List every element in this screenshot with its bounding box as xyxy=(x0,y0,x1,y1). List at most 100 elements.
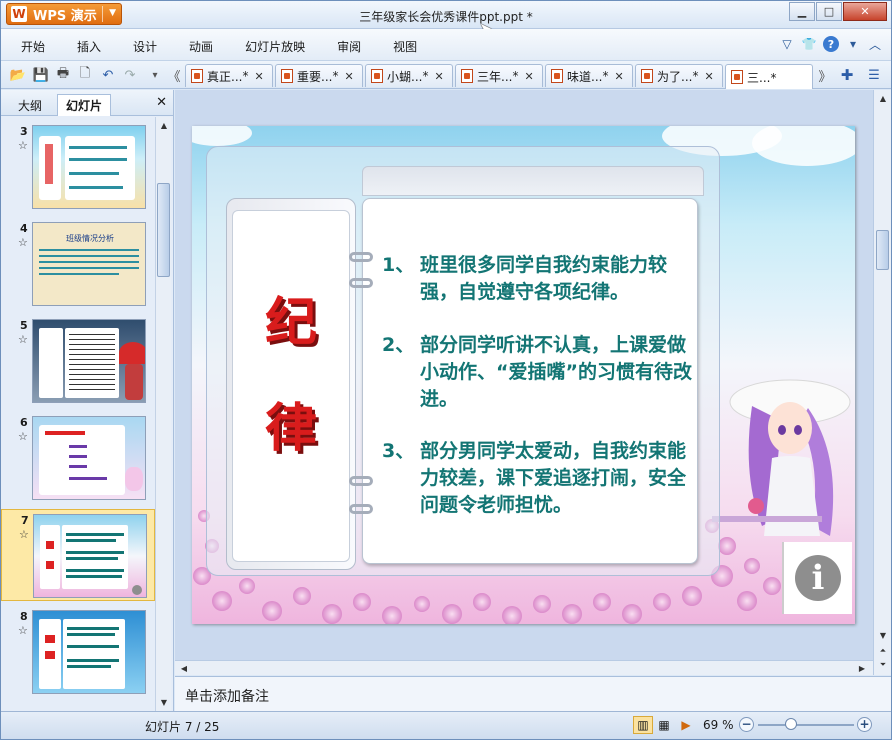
editor-horizontal-scrollbar[interactable]: ◀ ▶ xyxy=(175,660,873,675)
print-preview-icon[interactable]: 🗋 xyxy=(76,66,94,84)
quick-access-toolbar: 📂 💾 🖶 🗋 ↶ ↷ ▾ 《 真正... * ✕ 重要... * ✕ 小蝴..… xyxy=(1,61,891,89)
doc-tab-1[interactable]: 真正... * ✕ xyxy=(185,64,273,87)
close-tab-icon[interactable]: ✕ xyxy=(524,70,533,83)
scroll-left-icon[interactable]: ◀ xyxy=(177,661,191,675)
menu-insert[interactable]: 插入 xyxy=(77,38,101,55)
close-window-button[interactable]: ✕ xyxy=(843,2,887,21)
slide-number: 8 xyxy=(20,610,28,623)
doc-tab-4[interactable]: 三年... * ✕ xyxy=(455,64,543,87)
thumbnail-slide-5[interactable]: 5 ☆ xyxy=(1,315,155,407)
maximize-button[interactable]: □ xyxy=(816,2,842,21)
editor-vertical-scrollbar[interactable]: ▲ ▼ ⏶ ⏷ xyxy=(873,90,891,675)
doc-tab-modified: * xyxy=(332,69,339,83)
zoom-in-button[interactable]: + xyxy=(857,717,872,732)
menu-right-tools: ▽ 👕 ? ▾ ︿ xyxy=(779,36,883,52)
close-tab-icon[interactable]: ✕ xyxy=(704,70,713,83)
save-icon[interactable]: 💾 xyxy=(32,66,50,84)
close-panel-icon[interactable]: ✕ xyxy=(156,95,167,110)
tab-slides[interactable]: 幻灯片 xyxy=(57,94,112,116)
help-icon[interactable]: ? xyxy=(823,36,839,52)
doc-tab-active[interactable]: 三...* xyxy=(725,64,813,89)
menu-slideshow[interactable]: 幻灯片放映 xyxy=(245,38,305,55)
doc-tab-5[interactable]: 味道... * ✕ xyxy=(545,64,633,87)
menu-view[interactable]: 视图 xyxy=(393,38,417,55)
bullet-number: 1、 xyxy=(382,254,415,276)
tab-scroll-left-icon[interactable]: 《 xyxy=(165,66,183,85)
binder-ring xyxy=(349,504,373,514)
normal-view-icon[interactable]: ▥ xyxy=(633,716,653,734)
tab-list-icon[interactable]: ☰ xyxy=(865,66,883,84)
zoom-slider-track[interactable] xyxy=(758,724,854,726)
doc-tab-modified: * xyxy=(422,69,429,83)
thumbnail-image xyxy=(33,514,147,598)
bullet-text: 部分男同学太爱动，自我约束能力较差，课下爱追逐打闹，安全问题令老师担忧。 xyxy=(420,440,687,516)
menu-animation[interactable]: 动画 xyxy=(189,38,213,55)
bullet-number: 3、 xyxy=(382,440,415,462)
tab-outline[interactable]: 大纲 xyxy=(10,94,50,116)
tab-scroll-right-icon[interactable]: 》 xyxy=(816,66,834,85)
bullet-point-2[interactable]: 2、 部分同学听讲不认真，上课爱做小动作、“爱插嘴”的习惯有待改进。 xyxy=(382,332,692,413)
bullet-point-3[interactable]: 3、 部分男同学太爱动，自我约束能力较差，课下爱追逐打闹，安全问题令老师担忧。 xyxy=(382,438,692,519)
slide-sorter-icon[interactable]: ▦ xyxy=(654,716,674,734)
shirt-icon[interactable]: 👕 xyxy=(801,36,817,52)
print-icon[interactable]: 🖶 xyxy=(54,66,72,84)
doc-tab-3[interactable]: 小蝴... * ✕ xyxy=(365,64,453,87)
ppt-file-icon xyxy=(461,69,473,83)
thumbnail-slide-4[interactable]: 4 ☆ 班级情况分析 xyxy=(1,218,155,310)
scroll-up-icon[interactable]: ▲ xyxy=(157,118,171,132)
zoom-level[interactable]: 69 % xyxy=(703,718,734,732)
zoom-slider-knob[interactable] xyxy=(785,718,797,730)
close-tab-icon[interactable]: ✕ xyxy=(344,70,353,83)
thumbnail-slide-3[interactable]: 3 ☆ xyxy=(1,121,155,213)
title-bar: W WPS 演示 ▼ 三年级家长会优秀课件ppt.ppt * ➤ ▁ □ ✕ xyxy=(1,1,891,38)
thumbnail-scrollbar[interactable]: ▲ ▼ xyxy=(155,117,171,711)
bullet-point-1[interactable]: 1、 班里很多同学自我约束能力较强，自觉遵守各项纪律。 xyxy=(382,252,692,306)
binder-ring xyxy=(349,476,373,486)
minimize-button[interactable]: ▁ xyxy=(789,2,815,21)
transition-star-icon: ☆ xyxy=(18,430,28,443)
cloud-decoration xyxy=(752,126,855,166)
thumbnail-title: 班级情况分析 xyxy=(66,234,114,243)
notes-pane[interactable]: 单击添加备注 xyxy=(175,676,891,711)
slide-title-char: 纪 xyxy=(264,292,317,353)
thumbnail-slide-8[interactable]: 8 ☆ xyxy=(1,606,155,698)
previous-slide-icon[interactable]: ⏶ xyxy=(876,644,890,658)
close-tab-icon[interactable]: ✕ xyxy=(434,70,443,83)
doc-tab-2[interactable]: 重要... * ✕ xyxy=(275,64,363,87)
close-tab-icon[interactable]: ✕ xyxy=(254,70,263,83)
zoom-out-button[interactable]: − xyxy=(739,717,754,732)
thumbnail-slide-7-selected[interactable]: 7 ☆ xyxy=(1,509,155,601)
slideshow-icon[interactable]: ▶ xyxy=(676,716,696,734)
doc-tab-label: 味道... xyxy=(567,69,603,84)
ppt-file-icon xyxy=(731,70,743,84)
menu-review[interactable]: 审阅 xyxy=(337,38,361,55)
slide-number: 5 xyxy=(20,319,28,332)
thumbnail-slide-6[interactable]: 6 ☆ xyxy=(1,412,155,504)
slide-number: 3 xyxy=(20,125,28,138)
scroll-down-icon[interactable]: ▼ xyxy=(157,695,171,709)
close-tab-icon[interactable]: ✕ xyxy=(614,70,623,83)
skin-icon[interactable]: ▽ xyxy=(779,36,795,52)
menu-design[interactable]: 设计 xyxy=(133,38,157,55)
chevron-down-icon[interactable]: ▾ xyxy=(845,36,861,52)
scroll-right-icon[interactable]: ▶ xyxy=(855,661,869,675)
scrollbar-thumb[interactable] xyxy=(157,183,170,277)
window-title: 三年级家长会优秀课件ppt.ppt * xyxy=(359,10,533,24)
slide-title[interactable]: 纪 律 xyxy=(236,270,346,482)
scroll-up-icon[interactable]: ▲ xyxy=(876,91,890,105)
redo-icon[interactable]: ↷ xyxy=(121,66,139,84)
undo-icon[interactable]: ↶ xyxy=(99,66,117,84)
slide-number: 4 xyxy=(20,222,28,235)
customize-toolbar-icon[interactable]: ▾ xyxy=(146,66,164,84)
open-folder-icon[interactable]: 📂 xyxy=(9,66,27,84)
doc-tab-6[interactable]: 为了... * ✕ xyxy=(635,64,723,87)
menu-home[interactable]: 开始 xyxy=(21,38,45,55)
current-slide[interactable]: 纪 律 1、 班里很多同学自我约束能力较强，自觉遵守各项纪律。 2、 部分同学听… xyxy=(192,126,855,624)
next-slide-icon[interactable]: ⏷ xyxy=(876,658,890,672)
info-button[interactable]: i xyxy=(782,542,852,614)
collapse-ribbon-icon[interactable]: ︿ xyxy=(867,36,883,52)
scroll-down-icon[interactable]: ▼ xyxy=(876,628,890,642)
new-tab-icon[interactable]: ✚ xyxy=(838,66,856,84)
doc-tab-label: 小蝴... xyxy=(387,69,423,84)
scrollbar-thumb[interactable] xyxy=(876,230,889,270)
